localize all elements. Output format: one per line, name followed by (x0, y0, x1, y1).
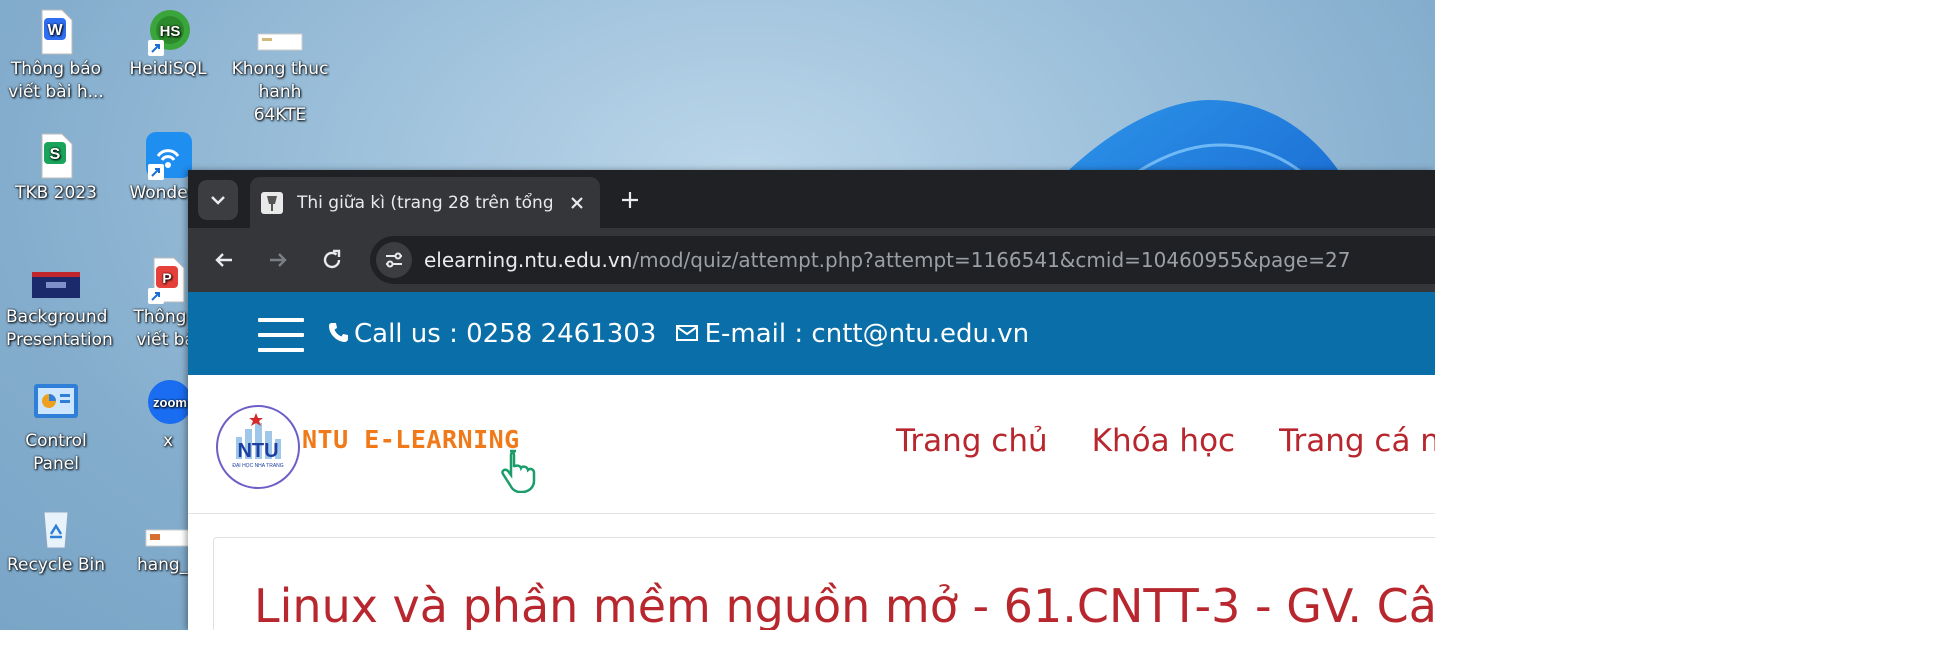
new-tab-icon[interactable] (616, 186, 644, 214)
site-logo[interactable]: NTU ĐẠI HỌC NHA TRANG NTU E-LEARNING (216, 395, 536, 495)
nav-home[interactable]: Trang chủ (896, 423, 1048, 459)
chevron-down-icon (211, 196, 225, 205)
browser-window: Thi giữa kì (trang 28 trên tổng s elearn… (188, 170, 1435, 630)
wps-spreadsheet-icon: S (32, 132, 80, 180)
back-arrow-icon[interactable] (210, 246, 238, 274)
svg-text:S: S (50, 146, 61, 163)
document-thumbnail-icon (256, 8, 304, 56)
icon-label: HeidiSQL (129, 59, 207, 79)
wondershare-icon (144, 132, 192, 180)
url-text: elearning.ntu.edu.vn/mod/quiz/attempt.ph… (424, 248, 1351, 272)
presentation-thumbnail-icon (32, 256, 80, 304)
recycle-bin-icon (32, 504, 80, 552)
reload-icon[interactable] (318, 246, 346, 274)
control-panel-icon (32, 380, 80, 428)
nav-profile[interactable]: Trang cá n (1279, 423, 1435, 459)
desktop: W Thông báo viết bài h... HS HeidiSQL Kh… (0, 0, 1435, 630)
svg-text:zoom: zoom (153, 395, 187, 410)
ntu-seal-logo: NTU ĐẠI HỌC NHA TRANG (216, 405, 300, 489)
desktop-icon[interactable]: Background Presentation (6, 256, 113, 352)
seal-caption: ĐẠI HỌC NHA TRANG (232, 463, 283, 469)
tab-search-button[interactable] (198, 180, 238, 220)
pointer-hand-icon (501, 449, 536, 493)
icon-label: Recycle Bin (6, 555, 105, 575)
desktop-icon[interactable]: S TKB 2023 (6, 132, 106, 205)
heidisql-icon: HS (144, 8, 192, 56)
svg-text:W: W (47, 22, 63, 39)
desktop-icon[interactable]: W Thông báo viết bài h... (6, 8, 106, 104)
desktop-icon[interactable]: HS HeidiSQL (118, 8, 218, 81)
site-info-icon[interactable] (376, 242, 412, 278)
nav-courses[interactable]: Khóa học (1092, 423, 1235, 459)
seal-text: NTU (237, 440, 278, 462)
contact-info: Call us : 0258 2461303 E-mail : cntt@ntu… (328, 316, 1029, 353)
browser-toolbar: elearning.ntu.edu.vn/mod/quiz/attempt.ph… (188, 228, 1435, 292)
svg-text:HS: HS (160, 23, 181, 40)
icon-label: Thông báo viết bài h... (8, 59, 104, 102)
close-tab-icon[interactable] (564, 190, 590, 216)
moodle-favicon (261, 192, 283, 214)
svg-text:P: P (162, 270, 171, 286)
forward-arrow-icon[interactable] (264, 246, 292, 274)
web-page: Call us : 0258 2461303 E-mail : cntt@ntu… (188, 292, 1435, 630)
main-nav: Trang chủ Khóa học Trang cá n (896, 423, 1435, 459)
phone-text: Call us : 0258 2461303 (354, 319, 657, 349)
address-bar[interactable]: elearning.ntu.edu.vn/mod/quiz/attempt.ph… (370, 236, 1435, 284)
icon-label: Background Presentation (6, 307, 113, 350)
document-thumbnail-icon (144, 504, 192, 552)
tab-strip: Thi giữa kì (trang 28 trên tổng s (188, 170, 1435, 228)
site-header: NTU ĐẠI HỌC NHA TRANG NTU E-LEARNING Tra… (188, 375, 1435, 514)
icon-label: Khong thuc hanh 64KTE (231, 59, 329, 125)
wps-writer-doc-icon: W (32, 8, 80, 56)
email-text[interactable]: E-mail : cntt@ntu.edu.vn (705, 319, 1030, 349)
logo-text: NTU E-LEARNING (302, 425, 520, 454)
desktop-icon[interactable]: Recycle Bin (6, 504, 106, 577)
course-title[interactable]: Linux và phần mềm nguồn mở - 61.CNTT-3 -… (254, 580, 1435, 630)
active-tab[interactable]: Thi giữa kì (trang 28 trên tổng s (250, 177, 600, 228)
course-card: Linux và phần mềm nguồn mở - 61.CNTT-3 -… (213, 537, 1435, 630)
icon-label: Control Panel (25, 431, 87, 474)
envelope-icon (675, 317, 699, 353)
zoom-icon: zoom (144, 380, 192, 428)
wps-pdf-icon: P (144, 256, 192, 304)
icon-label: TKB 2023 (15, 183, 97, 203)
site-topbar: Call us : 0258 2461303 E-mail : cntt@ntu… (188, 292, 1435, 375)
hamburger-menu-icon[interactable] (258, 318, 304, 352)
desktop-icon[interactable]: Khong thuc hanh 64KTE (230, 8, 330, 127)
phone-icon (328, 317, 348, 353)
desktop-icon[interactable]: Control Panel (6, 380, 106, 476)
tab-title: Thi giữa kì (trang 28 trên tổng s (297, 193, 552, 213)
